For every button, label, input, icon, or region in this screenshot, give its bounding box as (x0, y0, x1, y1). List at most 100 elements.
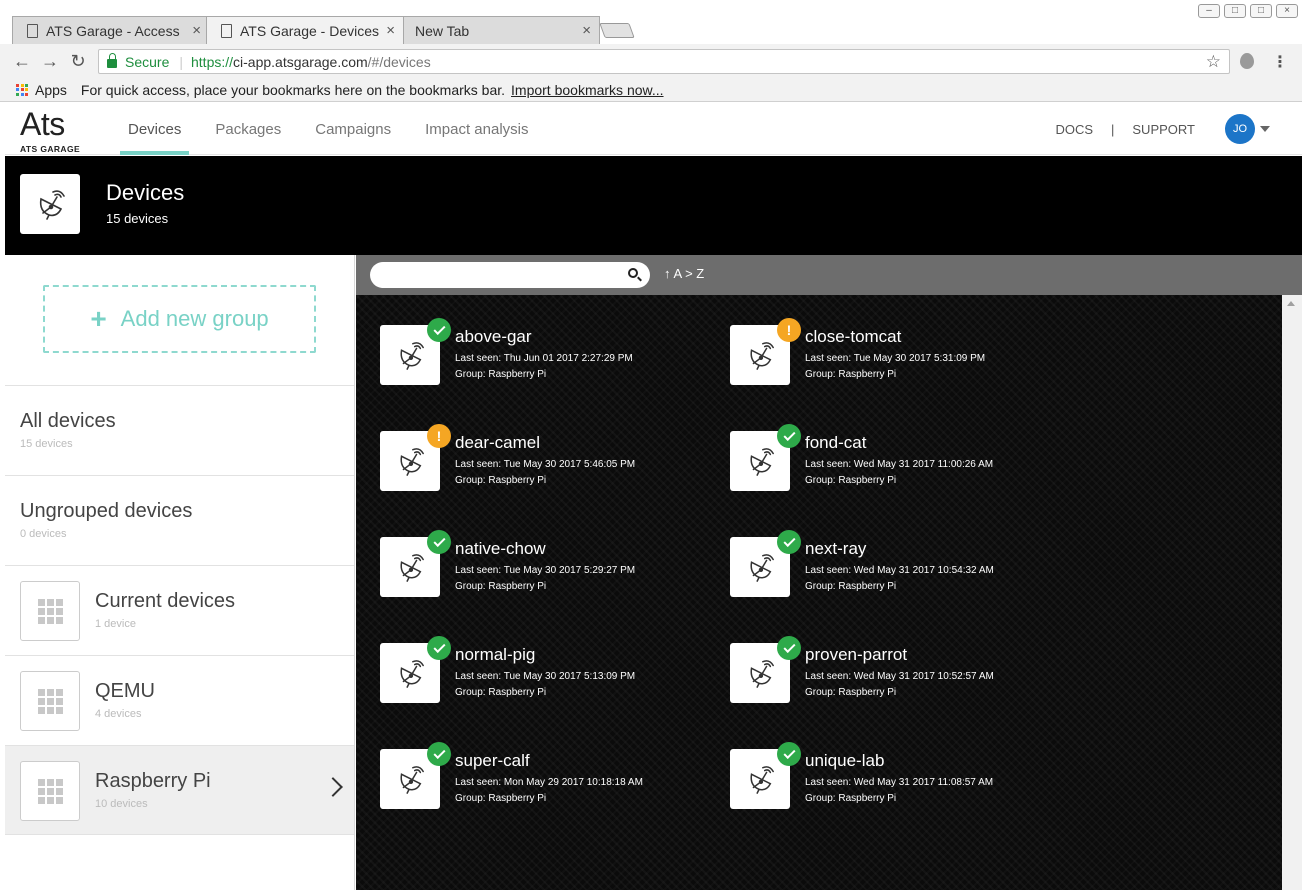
device-card[interactable]: fond-cat Last seen: Wed May 31 2017 11:00… (730, 424, 1070, 501)
sort-label: A > Z (673, 266, 705, 281)
device-name[interactable]: next-ray (805, 539, 866, 559)
browser-tab-active[interactable]: ATS Garage - Devices × (206, 16, 404, 44)
device-card[interactable]: next-ray Last seen: Wed May 31 2017 10:54… (730, 530, 1070, 607)
device-card[interactable]: ! close-tomcat Last seen: Tue May 30 2017 … (730, 318, 1070, 395)
close-window-button[interactable]: × (1276, 4, 1298, 18)
address-bar[interactable]: Secure | https:// ci-app.atsgarage.com /… (98, 49, 1230, 74)
grid-icon (20, 761, 80, 821)
device-name[interactable]: dear-camel (455, 433, 540, 453)
status-ok-check-icon (427, 530, 451, 554)
close-icon[interactable]: × (192, 22, 201, 39)
status-ok-check-icon (777, 424, 801, 448)
document-icon (221, 23, 232, 38)
device-name[interactable]: fond-cat (805, 433, 866, 453)
close-icon[interactable]: × (582, 22, 591, 39)
support-link[interactable]: SUPPORT (1132, 122, 1195, 137)
caret-down-icon[interactable] (1260, 126, 1270, 132)
restore-button[interactable]: □ (1224, 4, 1246, 18)
scroll-up-arrow-icon[interactable] (1287, 301, 1295, 306)
browser-tab[interactable]: New Tab × (400, 16, 600, 44)
device-toolbar: ↑ A > Z (356, 255, 1302, 295)
window-controls: – □ □ × (1198, 4, 1298, 18)
device-name[interactable]: super-calf (455, 751, 530, 771)
status-ok-check-icon (777, 530, 801, 554)
ats-garage-logo[interactable]: Ats ATS GARAGE (20, 106, 90, 154)
reload-icon[interactable]: ↻ (64, 51, 92, 72)
docs-link[interactable]: DOCS (1055, 122, 1093, 137)
forward-icon[interactable]: → (36, 51, 64, 72)
satellite-dish-icon (20, 174, 80, 234)
secure-label: Secure (125, 53, 170, 70)
group-item-current-devices[interactable]: Current devices 1 device (5, 565, 354, 655)
maximize-button[interactable]: □ (1250, 4, 1272, 18)
logo-subtext: ATS GARAGE (20, 144, 81, 154)
device-last-seen: Last seen: Wed May 31 2017 10:54:32 AM (805, 565, 994, 576)
device-group-label: Group: Raspberry Pi (805, 793, 897, 804)
group-count: 1 device (95, 618, 136, 630)
nav-packages[interactable]: Packages (207, 103, 289, 155)
group-name: QEMU (95, 680, 155, 702)
group-item-all-devices[interactable]: All devices 15 devices (5, 385, 354, 475)
device-card[interactable]: native-chow Last seen: Tue May 30 2017 5:… (380, 530, 720, 607)
group-item-qemu[interactable]: QEMU 4 devices (5, 655, 354, 745)
device-card[interactable]: normal-pig Last seen: Tue May 30 2017 5:1… (380, 636, 720, 713)
tab-title: ATS Garage - Access (46, 22, 180, 39)
minimize-button[interactable]: – (1198, 4, 1220, 18)
add-group-label: Add new group (120, 306, 269, 331)
device-search-input[interactable] (370, 262, 650, 288)
device-card[interactable]: proven-parrot Last seen: Wed May 31 2017 … (730, 636, 1070, 713)
status-warning-icon: ! (427, 424, 451, 448)
device-card[interactable]: ! dear-camel Last seen: Tue May 30 2017 5:… (380, 424, 720, 501)
sort-button[interactable]: ↑ A > Z (664, 266, 704, 281)
import-bookmarks-link[interactable]: Import bookmarks now... (511, 82, 664, 98)
device-name[interactable]: close-tomcat (805, 327, 901, 347)
status-warning-icon: ! (777, 318, 801, 342)
nav-campaigns[interactable]: Campaigns (307, 103, 399, 155)
device-group-label: Group: Raspberry Pi (805, 369, 897, 380)
browser-tab[interactable]: ATS Garage - Access × (12, 16, 210, 44)
nav-devices[interactable]: Devices (120, 103, 190, 155)
extension-icon[interactable] (1240, 53, 1254, 69)
nav-impact-analysis[interactable]: Impact analysis (417, 103, 536, 155)
add-new-group-button[interactable]: + Add new group (43, 285, 316, 353)
device-last-seen: Last seen: Tue May 30 2017 5:46:05 PM (455, 459, 636, 470)
bookmarks-hint: For quick access, place your bookmarks h… (80, 81, 506, 98)
device-name[interactable]: unique-lab (805, 751, 884, 771)
page-title: Devices (106, 180, 185, 205)
user-avatar[interactable]: JO (1225, 114, 1255, 144)
device-card[interactable]: unique-lab Last seen: Wed May 31 2017 11:… (730, 742, 1070, 819)
device-name[interactable]: normal-pig (455, 645, 535, 665)
scrollbar[interactable] (1282, 295, 1302, 890)
group-count: 0 devices (20, 528, 67, 540)
device-name[interactable]: above-gar (455, 327, 532, 347)
new-tab-button[interactable] (599, 23, 635, 38)
device-card[interactable]: super-calf Last seen: Mon May 29 2017 10:… (380, 742, 720, 819)
group-name: Raspberry Pi (95, 770, 211, 792)
status-ok-check-icon (427, 742, 451, 766)
group-item-ungrouped[interactable]: Ungrouped devices 0 devices (5, 475, 354, 565)
device-card[interactable]: above-gar Last seen: Thu Jun 01 2017 2:27… (380, 318, 720, 395)
device-last-seen: Last seen: Wed May 31 2017 11:00:26 AM (805, 459, 994, 470)
device-name[interactable]: native-chow (455, 539, 546, 559)
device-group-label: Group: Raspberry Pi (455, 369, 547, 380)
plus-icon: + (90, 303, 107, 334)
app-header: Ats ATS GARAGE Devices Packages Campaign… (5, 103, 1302, 155)
sort-arrow-icon: ↑ (664, 266, 671, 281)
back-icon[interactable]: ← (8, 51, 36, 72)
device-group-label: Group: Raspberry Pi (455, 475, 547, 486)
search-icon[interactable] (628, 268, 638, 278)
device-group-label: Group: Raspberry Pi (455, 687, 547, 698)
device-group-label: Group: Raspberry Pi (455, 793, 547, 804)
status-ok-check-icon (777, 742, 801, 766)
status-ok-check-icon (427, 318, 451, 342)
device-group-label: Group: Raspberry Pi (805, 687, 897, 698)
device-name[interactable]: proven-parrot (805, 645, 907, 665)
close-icon[interactable]: × (386, 22, 395, 39)
bookmark-star-icon[interactable]: ☆ (1206, 52, 1221, 72)
page-title-bar: Devices 15 devices (5, 156, 1302, 255)
group-item-raspberry-pi[interactable]: Raspberry Pi 10 devices (5, 745, 354, 835)
browser-menu-icon[interactable]: ⋮ (1272, 52, 1288, 72)
apps-shortcut[interactable]: Apps (35, 82, 67, 98)
logo-text: Ats (20, 106, 65, 142)
main-nav: Devices Packages Campaigns Impact analys… (120, 103, 554, 155)
